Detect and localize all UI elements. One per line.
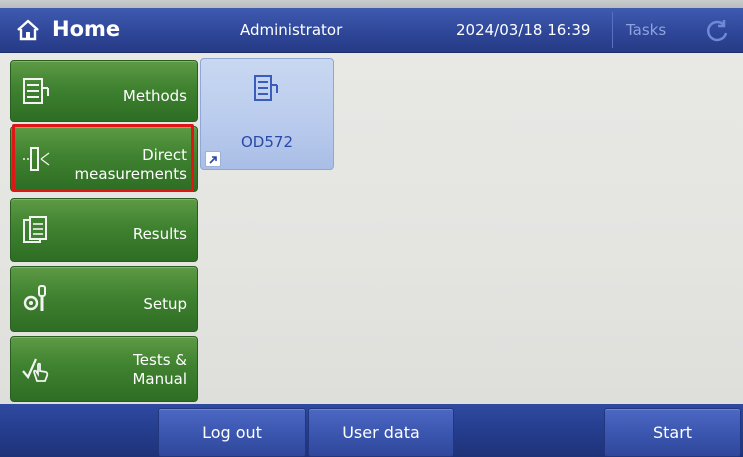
date-time: 2024/03/18 16:39 [456,21,591,39]
sidebar-item-tests-manual[interactable]: Tests & Manual [10,336,198,402]
sidebar-item-label: Methods [122,87,187,105]
methods-icon [23,78,49,104]
device-bezel-top [0,0,743,8]
sidebar-item-setup[interactable]: Setup [10,266,198,332]
tile-label: OD572 [241,133,293,151]
user-data-button[interactable]: User data [308,408,454,457]
sidebar-item-results[interactable]: Results [10,198,198,262]
start-button[interactable]: Start [604,408,741,457]
home-icon[interactable] [16,19,40,41]
refresh-icon[interactable] [704,18,730,44]
header-divider [612,12,613,48]
current-user: Administrator [240,21,343,39]
method-tile-od572[interactable]: OD572 [200,58,334,170]
selection-highlight [12,124,194,192]
footer-bar: Log out User data Start [0,404,743,457]
tasks-button[interactable]: Tasks [626,21,666,39]
page-title: Home [52,17,121,41]
home-screen: Home Administrator 2024/03/18 16:39 Task… [0,0,743,457]
header-bar: Home Administrator 2024/03/18 16:39 Task… [0,8,743,53]
sidebar-item-label-line2: Manual [132,370,187,388]
tests-manual-icon [22,358,49,382]
results-icon [23,216,47,243]
logout-button[interactable]: Log out [158,408,306,457]
sidebar-item-label: Setup [143,295,187,313]
sidebar-item-label: Results [132,225,187,243]
sidebar-item-label: Tests & [133,351,187,369]
shortcut-arrow-icon [205,151,221,167]
method-icon [254,75,278,101]
sidebar-item-methods[interactable]: Methods [10,60,198,122]
setup-icon [23,285,46,311]
